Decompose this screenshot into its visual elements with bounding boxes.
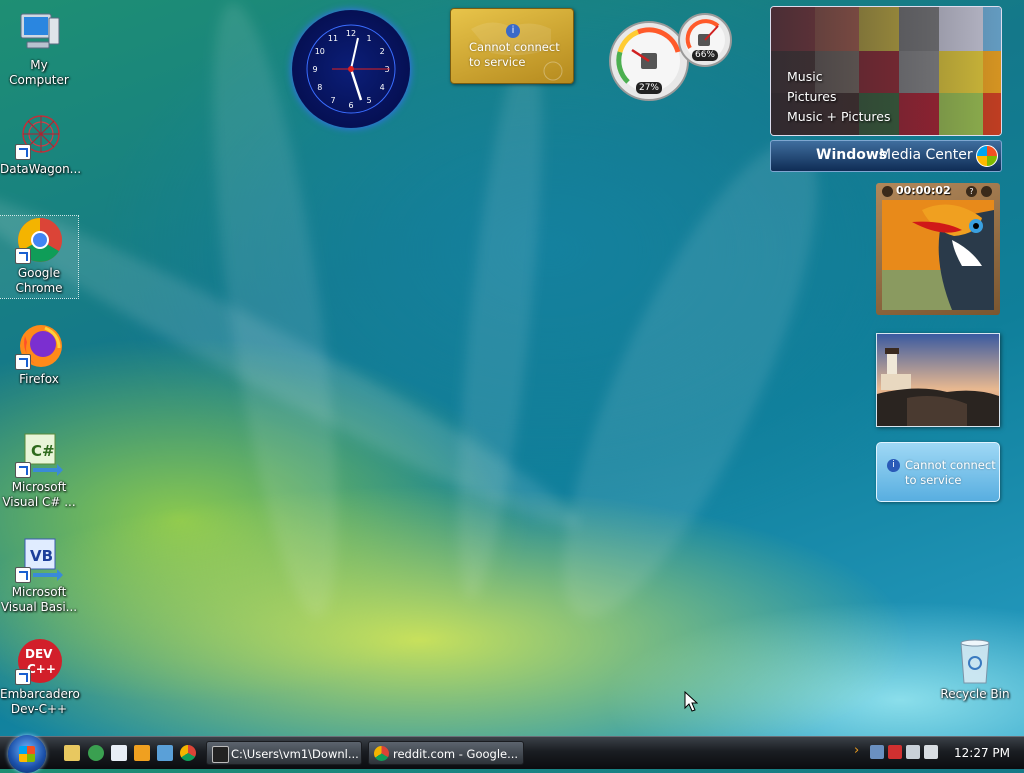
command-prompt-icon	[212, 746, 229, 763]
memory-percent: 66%	[694, 50, 715, 60]
firefox-icon	[15, 322, 63, 370]
slideshow-gadget[interactable]: 00:00:02 ?	[876, 183, 1000, 315]
media-center-gadget[interactable]: Music Pictures Music + Pictures Windows …	[770, 6, 1002, 172]
computer-icon	[15, 8, 63, 56]
volume-icon[interactable]	[924, 745, 938, 759]
desktop-icon-firefox[interactable]: Firefox	[0, 322, 78, 387]
desktop-icon-my-computer[interactable]: My Computer	[0, 8, 78, 88]
desktop-icon-visual-csharp[interactable]: C# Microsoft Visual C# ...	[0, 430, 78, 510]
shortcut-arrow-icon	[15, 144, 31, 160]
visual-basic-icon: VB	[15, 535, 63, 583]
photo-gadget[interactable]	[876, 333, 1000, 427]
network-tray-icon[interactable]	[870, 745, 884, 759]
svg-text:C#: C#	[31, 442, 55, 460]
clock-face: 121234567891011	[292, 10, 410, 128]
slideshow-back-icon[interactable]	[882, 186, 893, 197]
shortcut-arrow-icon	[15, 248, 31, 264]
desktop-icon-label: Microsoft Visual Basi...	[0, 585, 78, 614]
clock-numeral: 4	[380, 83, 385, 92]
media-menu-item-music-pictures[interactable]: Music + Pictures	[787, 107, 891, 127]
security-alert-icon[interactable]	[888, 745, 902, 759]
clock-numeral: 9	[312, 65, 317, 74]
desktop-icon-datawagon[interactable]: DataWagon...	[0, 112, 82, 177]
media-center-brand-windows: Windows	[816, 147, 888, 163]
clock-numeral: 2	[380, 47, 385, 56]
help-icon[interactable]: ?	[966, 186, 977, 197]
clock-numeral: 7	[330, 96, 335, 105]
settings-icon[interactable]	[981, 186, 992, 197]
task-button-label: reddit.com - Google...	[393, 747, 519, 761]
taskbar: C:\Users\vm1\Downl... reddit.com - Googl…	[0, 735, 1024, 773]
lighthouse-photo	[877, 334, 999, 426]
clock-gadget[interactable]: 121234567891011	[292, 10, 410, 128]
feed-gadget-gold[interactable]: i Cannot connect to service	[450, 8, 574, 84]
notepad-icon[interactable]	[111, 745, 127, 761]
svg-text:VB: VB	[30, 547, 53, 565]
media-player-icon[interactable]	[88, 745, 104, 761]
monitor-tray-icon[interactable]	[906, 745, 920, 759]
mouse-cursor-icon	[684, 691, 698, 712]
show-hidden-icons-chevron-icon[interactable]: ›	[854, 743, 868, 758]
recycle-bin-icon	[951, 637, 999, 685]
desktop-icon-visual-basic[interactable]: VB Microsoft Visual Basi...	[0, 535, 78, 615]
desktop-icon-recycle-bin[interactable]: Recycle Bin	[936, 637, 1014, 702]
windows-logo-icon	[19, 746, 35, 762]
folder-icon[interactable]	[64, 745, 80, 761]
media-center-brand-bar[interactable]: Windows Media Center	[770, 140, 1002, 172]
desktop-icon-label: Google Chrome	[15, 266, 63, 295]
clock-numeral: 11	[328, 34, 338, 43]
media-menu-item-music[interactable]: Music	[787, 67, 891, 87]
clock-numeral: 1	[366, 34, 371, 43]
chrome-icon	[374, 746, 389, 761]
visual-csharp-icon: C#	[15, 430, 63, 478]
desktop-icon-label: My Computer	[9, 58, 69, 87]
clock-numeral: 5	[366, 96, 371, 105]
task-button-chrome[interactable]: reddit.com - Google...	[368, 741, 524, 765]
clock-numeral: 12	[346, 29, 356, 38]
task-button-label: C:\Users\vm1\Downl...	[231, 747, 359, 761]
shortcut-arrow-icon	[15, 669, 31, 685]
play-icon[interactable]	[134, 745, 150, 761]
clock-numeral: 8	[317, 83, 322, 92]
desktop-icon-label: Firefox	[19, 372, 59, 386]
media-center-brand-name: Media Center	[879, 147, 973, 163]
feed-gadget-blue[interactable]: i Cannot connect to service	[876, 442, 1000, 502]
media-center-menu: Music Pictures Music + Pictures	[787, 67, 891, 127]
desktop-icon-label: DataWagon...	[0, 162, 82, 176]
media-center-tiles: Music Pictures Music + Pictures	[770, 6, 1002, 136]
chrome-quicklaunch-icon[interactable]	[180, 745, 196, 761]
info-icon: i	[506, 24, 520, 38]
feed-message: Cannot connect to service	[469, 40, 560, 69]
network-icon[interactable]	[157, 745, 173, 761]
start-button[interactable]	[8, 735, 46, 773]
datawagon-icon	[15, 112, 63, 160]
chrome-icon	[15, 216, 63, 264]
clock-numeral: 10	[315, 47, 325, 56]
media-menu-item-pictures[interactable]: Pictures	[787, 87, 891, 107]
desktop-icon-google-chrome[interactable]: Google Chrome	[0, 215, 79, 299]
system-tray: › 12:27 PM	[854, 737, 1024, 769]
desktop-icon-label: Embarcadero Dev-C++	[0, 687, 80, 716]
feed-message: Cannot connect to service	[905, 458, 996, 487]
toucan-photo	[882, 200, 994, 310]
shortcut-arrow-icon	[15, 354, 31, 370]
clock-numeral: 6	[348, 101, 353, 110]
task-button-explorer[interactable]: C:\Users\vm1\Downl...	[206, 741, 362, 765]
slideshow-timer: 00:00:02	[896, 184, 951, 197]
desktop-icon-label: Microsoft Visual C# ...	[2, 480, 76, 509]
svg-text:C++: C++	[27, 662, 56, 676]
desktop-icon-label: Recycle Bin	[940, 687, 1010, 701]
desktop-icon-dev-cpp[interactable]: DEV C++ Embarcadero Dev-C++	[0, 637, 80, 717]
cpu-meter-gadget[interactable]: 27% 66%	[608, 8, 734, 104]
cpu-percent: 27%	[638, 83, 659, 93]
shortcut-arrow-icon	[15, 567, 31, 583]
svg-text:DEV: DEV	[25, 647, 53, 661]
dev-cpp-icon: DEV C++	[15, 637, 63, 685]
windows-logo-icon	[976, 145, 998, 167]
info-icon: i	[887, 459, 900, 472]
shortcut-arrow-icon	[15, 462, 31, 478]
taskbar-clock[interactable]: 12:27 PM	[954, 737, 1010, 769]
